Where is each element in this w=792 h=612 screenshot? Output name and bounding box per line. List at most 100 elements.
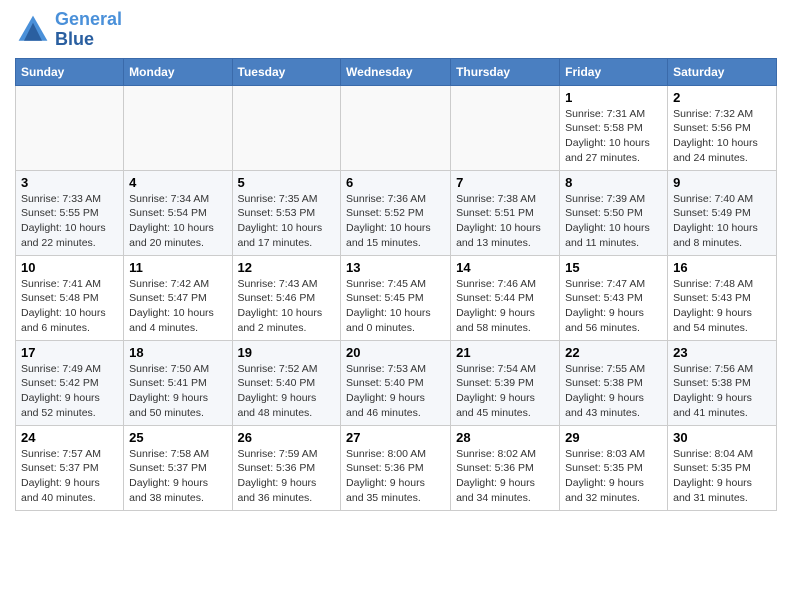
day-info: Sunrise: 7:50 AM Sunset: 5:41 PM Dayligh… xyxy=(129,362,226,421)
calendar-cell: 3 Sunrise: 7:33 AM Sunset: 5:55 PM Daylig… xyxy=(16,170,124,255)
day-info: Sunrise: 7:39 AM Sunset: 5:50 PM Dayligh… xyxy=(565,192,662,251)
day-info: Sunrise: 7:38 AM Sunset: 5:51 PM Dayligh… xyxy=(456,192,554,251)
day-number: 17 xyxy=(21,345,118,360)
calendar: SundayMondayTuesdayWednesdayThursdayFrid… xyxy=(15,58,777,511)
day-info: Sunrise: 7:57 AM Sunset: 5:37 PM Dayligh… xyxy=(21,447,118,506)
day-number: 13 xyxy=(346,260,445,275)
calendar-cell xyxy=(124,85,232,170)
calendar-cell: 10 Sunrise: 7:41 AM Sunset: 5:48 PM Dayli… xyxy=(16,255,124,340)
day-info: Sunrise: 7:48 AM Sunset: 5:43 PM Dayligh… xyxy=(673,277,771,336)
day-number: 21 xyxy=(456,345,554,360)
day-info: Sunrise: 8:02 AM Sunset: 5:36 PM Dayligh… xyxy=(456,447,554,506)
weekday-header: Sunday xyxy=(16,58,124,85)
day-number: 25 xyxy=(129,430,226,445)
day-number: 5 xyxy=(238,175,336,190)
weekday-header: Friday xyxy=(560,58,668,85)
calendar-cell: 12 Sunrise: 7:43 AM Sunset: 5:46 PM Dayli… xyxy=(232,255,341,340)
day-info: Sunrise: 7:56 AM Sunset: 5:38 PM Dayligh… xyxy=(673,362,771,421)
weekday-header: Saturday xyxy=(668,58,777,85)
day-number: 3 xyxy=(21,175,118,190)
calendar-cell: 24 Sunrise: 7:57 AM Sunset: 5:37 PM Dayli… xyxy=(16,425,124,510)
calendar-cell: 14 Sunrise: 7:46 AM Sunset: 5:44 PM Dayli… xyxy=(451,255,560,340)
calendar-cell: 6 Sunrise: 7:36 AM Sunset: 5:52 PM Daylig… xyxy=(341,170,451,255)
page-container: General Blue SundayMondayTuesdayWednesda… xyxy=(0,0,792,521)
day-info: Sunrise: 7:58 AM Sunset: 5:37 PM Dayligh… xyxy=(129,447,226,506)
calendar-cell: 8 Sunrise: 7:39 AM Sunset: 5:50 PM Daylig… xyxy=(560,170,668,255)
calendar-cell: 19 Sunrise: 7:52 AM Sunset: 5:40 PM Dayli… xyxy=(232,340,341,425)
day-info: Sunrise: 7:46 AM Sunset: 5:44 PM Dayligh… xyxy=(456,277,554,336)
day-number: 11 xyxy=(129,260,226,275)
day-number: 9 xyxy=(673,175,771,190)
day-number: 2 xyxy=(673,90,771,105)
day-info: Sunrise: 7:33 AM Sunset: 5:55 PM Dayligh… xyxy=(21,192,118,251)
day-number: 27 xyxy=(346,430,445,445)
calendar-cell: 29 Sunrise: 8:03 AM Sunset: 5:35 PM Dayli… xyxy=(560,425,668,510)
day-info: Sunrise: 8:00 AM Sunset: 5:36 PM Dayligh… xyxy=(346,447,445,506)
day-number: 12 xyxy=(238,260,336,275)
calendar-cell: 28Sunrise: 8:02 AM Sunset: 5:36 PM Dayli… xyxy=(451,425,560,510)
day-number: 18 xyxy=(129,345,226,360)
day-number: 14 xyxy=(456,260,554,275)
day-info: Sunrise: 7:49 AM Sunset: 5:42 PM Dayligh… xyxy=(21,362,118,421)
calendar-cell: 9 Sunrise: 7:40 AM Sunset: 5:49 PM Daylig… xyxy=(668,170,777,255)
calendar-cell: 1Sunrise: 7:31 AM Sunset: 5:58 PM Daylig… xyxy=(560,85,668,170)
calendar-cell: 27 Sunrise: 8:00 AM Sunset: 5:36 PM Dayli… xyxy=(341,425,451,510)
day-info: Sunrise: 7:41 AM Sunset: 5:48 PM Dayligh… xyxy=(21,277,118,336)
day-info: Sunrise: 8:04 AM Sunset: 5:35 PM Dayligh… xyxy=(673,447,771,506)
calendar-cell: 4Sunrise: 7:34 AM Sunset: 5:54 PM Daylig… xyxy=(124,170,232,255)
weekday-header: Thursday xyxy=(451,58,560,85)
logo-text: General Blue xyxy=(55,10,122,50)
day-number: 20 xyxy=(346,345,445,360)
weekday-header: Monday xyxy=(124,58,232,85)
calendar-cell: 2Sunrise: 7:32 AM Sunset: 5:56 PM Daylig… xyxy=(668,85,777,170)
day-info: Sunrise: 7:42 AM Sunset: 5:47 PM Dayligh… xyxy=(129,277,226,336)
day-info: Sunrise: 7:53 AM Sunset: 5:40 PM Dayligh… xyxy=(346,362,445,421)
calendar-cell: 7 Sunrise: 7:38 AM Sunset: 5:51 PM Daylig… xyxy=(451,170,560,255)
day-info: Sunrise: 7:54 AM Sunset: 5:39 PM Dayligh… xyxy=(456,362,554,421)
day-number: 7 xyxy=(456,175,554,190)
calendar-cell: 20 Sunrise: 7:53 AM Sunset: 5:40 PM Dayli… xyxy=(341,340,451,425)
day-info: Sunrise: 7:40 AM Sunset: 5:49 PM Dayligh… xyxy=(673,192,771,251)
calendar-cell: 16 Sunrise: 7:48 AM Sunset: 5:43 PM Dayli… xyxy=(668,255,777,340)
calendar-cell: 23 Sunrise: 7:56 AM Sunset: 5:38 PM Dayli… xyxy=(668,340,777,425)
day-number: 1 xyxy=(565,90,662,105)
calendar-cell: 13 Sunrise: 7:45 AM Sunset: 5:45 PM Dayli… xyxy=(341,255,451,340)
calendar-cell xyxy=(16,85,124,170)
logo-icon xyxy=(15,12,51,48)
day-number: 29 xyxy=(565,430,662,445)
day-number: 26 xyxy=(238,430,336,445)
header: General Blue xyxy=(15,10,777,50)
logo: General Blue xyxy=(15,10,122,50)
day-info: Sunrise: 8:03 AM Sunset: 5:35 PM Dayligh… xyxy=(565,447,662,506)
calendar-body: 1Sunrise: 7:31 AM Sunset: 5:58 PM Daylig… xyxy=(16,85,777,510)
calendar-cell: 22Sunrise: 7:55 AM Sunset: 5:38 PM Dayli… xyxy=(560,340,668,425)
day-info: Sunrise: 7:47 AM Sunset: 5:43 PM Dayligh… xyxy=(565,277,662,336)
day-number: 23 xyxy=(673,345,771,360)
day-number: 6 xyxy=(346,175,445,190)
calendar-cell: 17 Sunrise: 7:49 AM Sunset: 5:42 PM Dayli… xyxy=(16,340,124,425)
day-number: 10 xyxy=(21,260,118,275)
weekday-header: Wednesday xyxy=(341,58,451,85)
day-info: Sunrise: 7:45 AM Sunset: 5:45 PM Dayligh… xyxy=(346,277,445,336)
day-info: Sunrise: 7:55 AM Sunset: 5:38 PM Dayligh… xyxy=(565,362,662,421)
calendar-cell: 18 Sunrise: 7:50 AM Sunset: 5:41 PM Dayli… xyxy=(124,340,232,425)
calendar-cell: 26Sunrise: 7:59 AM Sunset: 5:36 PM Dayli… xyxy=(232,425,341,510)
calendar-cell xyxy=(451,85,560,170)
day-info: Sunrise: 7:43 AM Sunset: 5:46 PM Dayligh… xyxy=(238,277,336,336)
calendar-cell: 21 Sunrise: 7:54 AM Sunset: 5:39 PM Dayli… xyxy=(451,340,560,425)
calendar-header: SundayMondayTuesdayWednesdayThursdayFrid… xyxy=(16,58,777,85)
calendar-cell: 25 Sunrise: 7:58 AM Sunset: 5:37 PM Dayli… xyxy=(124,425,232,510)
calendar-cell: 15 Sunrise: 7:47 AM Sunset: 5:43 PM Dayli… xyxy=(560,255,668,340)
day-number: 15 xyxy=(565,260,662,275)
calendar-cell xyxy=(232,85,341,170)
day-number: 8 xyxy=(565,175,662,190)
day-number: 30 xyxy=(673,430,771,445)
day-number: 16 xyxy=(673,260,771,275)
calendar-cell: 30 Sunrise: 8:04 AM Sunset: 5:35 PM Dayli… xyxy=(668,425,777,510)
day-number: 19 xyxy=(238,345,336,360)
day-number: 24 xyxy=(21,430,118,445)
calendar-cell: 11 Sunrise: 7:42 AM Sunset: 5:47 PM Dayli… xyxy=(124,255,232,340)
day-info: Sunrise: 7:52 AM Sunset: 5:40 PM Dayligh… xyxy=(238,362,336,421)
day-info: Sunrise: 7:36 AM Sunset: 5:52 PM Dayligh… xyxy=(346,192,445,251)
day-number: 4 xyxy=(129,175,226,190)
